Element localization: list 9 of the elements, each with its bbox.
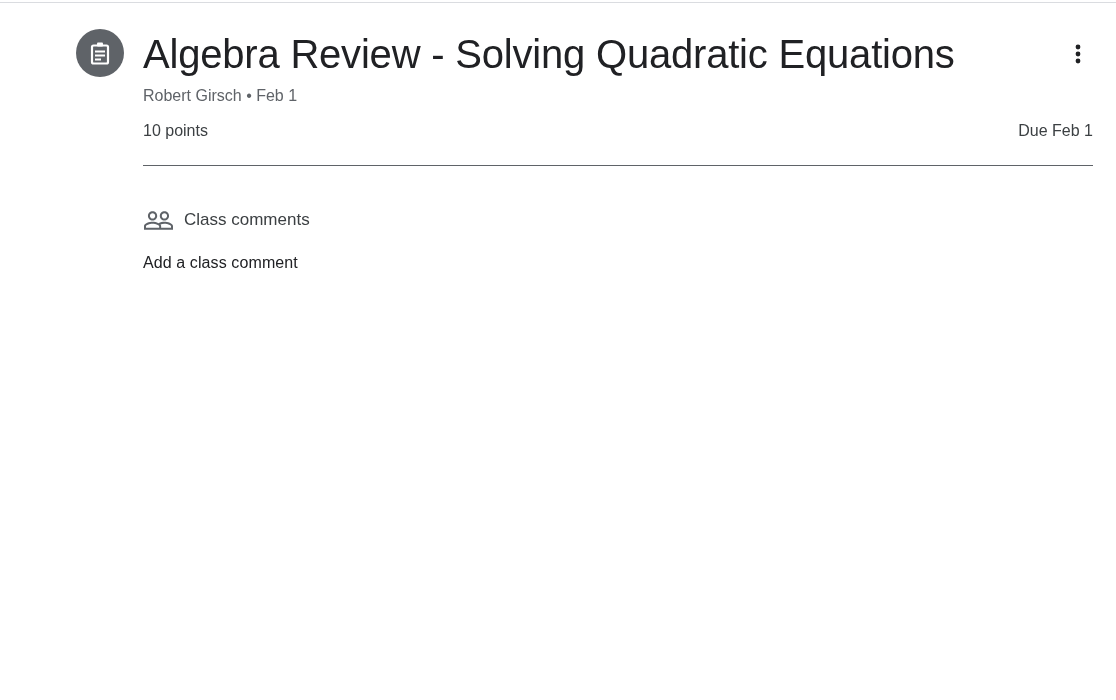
clipboard-icon [76, 29, 124, 77]
due-date: Due Feb 1 [1018, 121, 1093, 141]
add-class-comment-link[interactable]: Add a class comment [143, 253, 298, 273]
author-and-date: Robert Girsch • Feb 1 [143, 86, 299, 106]
points-label: 10 points [143, 121, 208, 141]
people-icon [144, 210, 173, 230]
more-options-icon [1075, 44, 1081, 64]
class-comments-heading: Class comments [184, 209, 310, 231]
assignment-title: Algebra Review - Solving Quadratic Equations [143, 31, 955, 78]
